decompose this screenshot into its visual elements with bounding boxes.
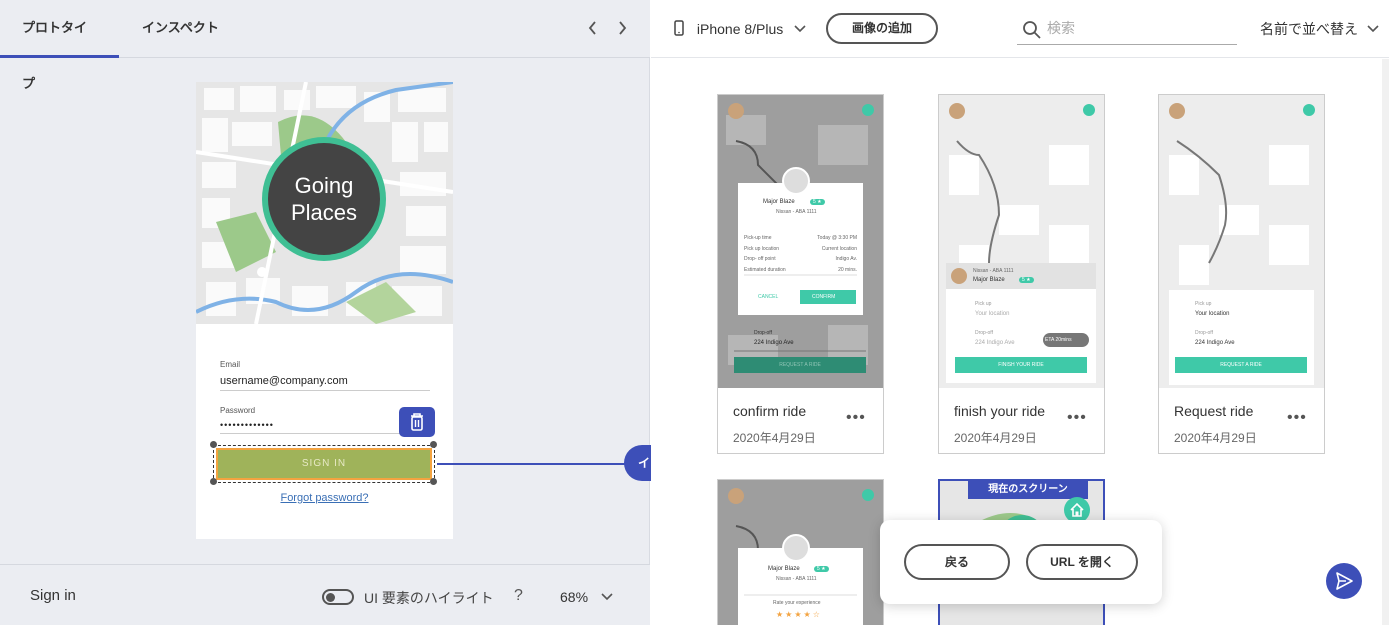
screen-thumbnail: Nissan - ABA 1111 Major Blaze 5 ★ Pick u… (939, 95, 1104, 388)
device-label: iPhone 8/Plus (696, 21, 784, 37)
your-location: Your location (1195, 311, 1230, 317)
logo-line-1: Going (294, 173, 354, 198)
driver-name: Major Blaze (763, 199, 795, 205)
screen-date: 2020年4月29日 (954, 431, 1037, 445)
screen-title: Request ride (1174, 403, 1254, 419)
screens-scrollbar[interactable] (1382, 59, 1389, 625)
screen-card-rate-ride[interactable]: Major Blaze 5 ★ Nissan - ABA 1111 Rate y… (717, 479, 884, 625)
chevron-right-icon[interactable] (612, 17, 632, 39)
tab-inspect[interactable]: インスペクト (120, 0, 241, 58)
screen-actions-popup: 戻る URL を開く (880, 520, 1162, 604)
ride-details: Pick-up time Today @ 3:30 PM Pick up loca… (744, 235, 857, 273)
forgot-password-link[interactable]: Forgot password? (196, 492, 453, 504)
trash-icon[interactable] (399, 407, 435, 437)
screen-thumbnail: Major Blaze 5 ★ Nissan - ABA 1111 Rate y… (718, 480, 883, 625)
screen-title: finish your ride (954, 403, 1046, 419)
email-field[interactable]: username@company.com (220, 375, 430, 391)
more-options-icon[interactable]: ••• (846, 409, 866, 427)
rating-badge: 5 ★ (810, 199, 825, 205)
chevron-down-icon (1367, 25, 1379, 33)
drop-off-label: Drop-off (975, 330, 993, 336)
request-ride-label: REQUEST A RIDE (1220, 362, 1262, 368)
highlight-toggle[interactable] (322, 589, 354, 605)
chevron-down-icon (601, 593, 613, 601)
resize-handle-top-right[interactable] (430, 441, 437, 448)
sign-in-screen: Going Places Email username@company.com … (196, 82, 453, 539)
screen-thumbnail: Pick up Your location Drop-off 224 Indig… (1159, 95, 1324, 388)
panel-tabs: プロトタイプ インスペクト (0, 0, 650, 91)
finish-ride-label: FINISH YOUR RIDE (998, 362, 1044, 368)
more-options-icon[interactable]: ••• (1287, 409, 1307, 427)
resize-handle-bottom-right[interactable] (430, 478, 437, 485)
prototype-panel: プロトタイプ インスペクト Going Places Email usernam… (0, 0, 650, 625)
pick-up-label: Pick up (975, 301, 992, 307)
pick-up-label: Pick up (1195, 301, 1212, 307)
rating-stars[interactable]: ★★★★☆ (776, 610, 822, 619)
rating-badge: 5 ★ (1019, 277, 1034, 283)
rating-badge: 5 ★ (814, 566, 829, 572)
your-location: Your location (975, 311, 1010, 317)
sort-label: 名前で並べ替え (1260, 21, 1358, 37)
interaction-connector (437, 463, 629, 465)
driver-name: Major Blaze (768, 566, 800, 572)
screen-card-request-ride[interactable]: Pick up Your location Drop-off 224 Indig… (1158, 94, 1325, 454)
back-button[interactable]: 戻る (904, 544, 1010, 580)
phone-icon (674, 20, 684, 36)
search-box (1017, 16, 1237, 45)
highlight-label: UI 要素のハイライト (364, 590, 494, 606)
screen-date: 2020年4月29日 (733, 431, 816, 445)
zoom-select[interactable]: 68% (560, 589, 614, 605)
zoom-value: 68% (560, 589, 589, 605)
more-options-icon[interactable]: ••• (1067, 409, 1087, 427)
sort-select[interactable]: 名前で並べ替え (1260, 19, 1380, 39)
sign-in-button[interactable]: SIGN IN (216, 448, 432, 480)
driver-name: Major Blaze (973, 277, 1005, 283)
bottom-toolbar: Sign in UI 要素のハイライト ? 68% (0, 564, 650, 625)
screen-title: confirm ride (733, 403, 807, 419)
logo-line-2: Places (290, 200, 358, 225)
confirm-label: CONFIRM (812, 294, 836, 300)
screen-date: 2020年4月29日 (1174, 431, 1257, 445)
search-icon (1023, 21, 1041, 39)
screen-card-confirm-ride[interactable]: Major Blaze 5 ★ Nissan - ABA 1111 Pick-u… (717, 94, 884, 454)
car-info: Nissan - ABA 1111 (776, 209, 817, 215)
eta-badge: ETA 20mins (1045, 337, 1072, 343)
open-url-button[interactable]: URL を開く (1026, 544, 1138, 580)
current-screen-name: Sign in (30, 587, 76, 604)
screen-card-finish-ride[interactable]: Nissan - ABA 1111 Major Blaze 5 ★ Pick u… (938, 94, 1105, 454)
tab-prototype[interactable]: プロトタイプ (0, 0, 119, 91)
car-info: Nissan - ABA 1111 (973, 268, 1014, 274)
rate-label: Rate your experience (773, 600, 821, 606)
prototype-canvas: Going Places Email username@company.com … (0, 59, 650, 564)
password-label: Password (220, 406, 256, 415)
app-logo: Going Places (268, 143, 380, 255)
request-ride-label: REQUEST A RIDE (779, 362, 821, 368)
drop-off-address: 224 Indigo Ave (975, 340, 1015, 346)
chevron-down-icon (794, 25, 806, 33)
car-info: Nissan - ABA 1111 (776, 576, 817, 582)
cancel-label: CANCEL (758, 294, 779, 300)
send-icon[interactable] (1326, 563, 1362, 599)
drop-off-address: 224 Indigo Ave (1195, 340, 1235, 346)
toggle-knob (326, 593, 335, 602)
resize-handle-bottom-left[interactable] (210, 478, 217, 485)
device-select[interactable]: iPhone 8/Plus (673, 20, 807, 37)
add-image-button[interactable]: 画像の追加 (826, 13, 938, 44)
drop-off-label: Drop-off (1195, 330, 1213, 336)
screen-thumbnail: Major Blaze 5 ★ Nissan - ABA 1111 Pick-u… (718, 95, 883, 388)
screens-toolbar: iPhone 8/Plus 画像の追加 名前で並べ替え (651, 0, 1389, 58)
drop-off-label: Drop-off (754, 330, 772, 336)
resize-handle-top-left[interactable] (210, 441, 217, 448)
search-input[interactable] (1047, 20, 1227, 36)
help-icon[interactable]: ? (514, 587, 523, 605)
drop-off-address: 224 Indigo Ave (754, 340, 794, 346)
chevron-left-icon[interactable] (583, 17, 603, 39)
email-label: Email (220, 360, 241, 369)
